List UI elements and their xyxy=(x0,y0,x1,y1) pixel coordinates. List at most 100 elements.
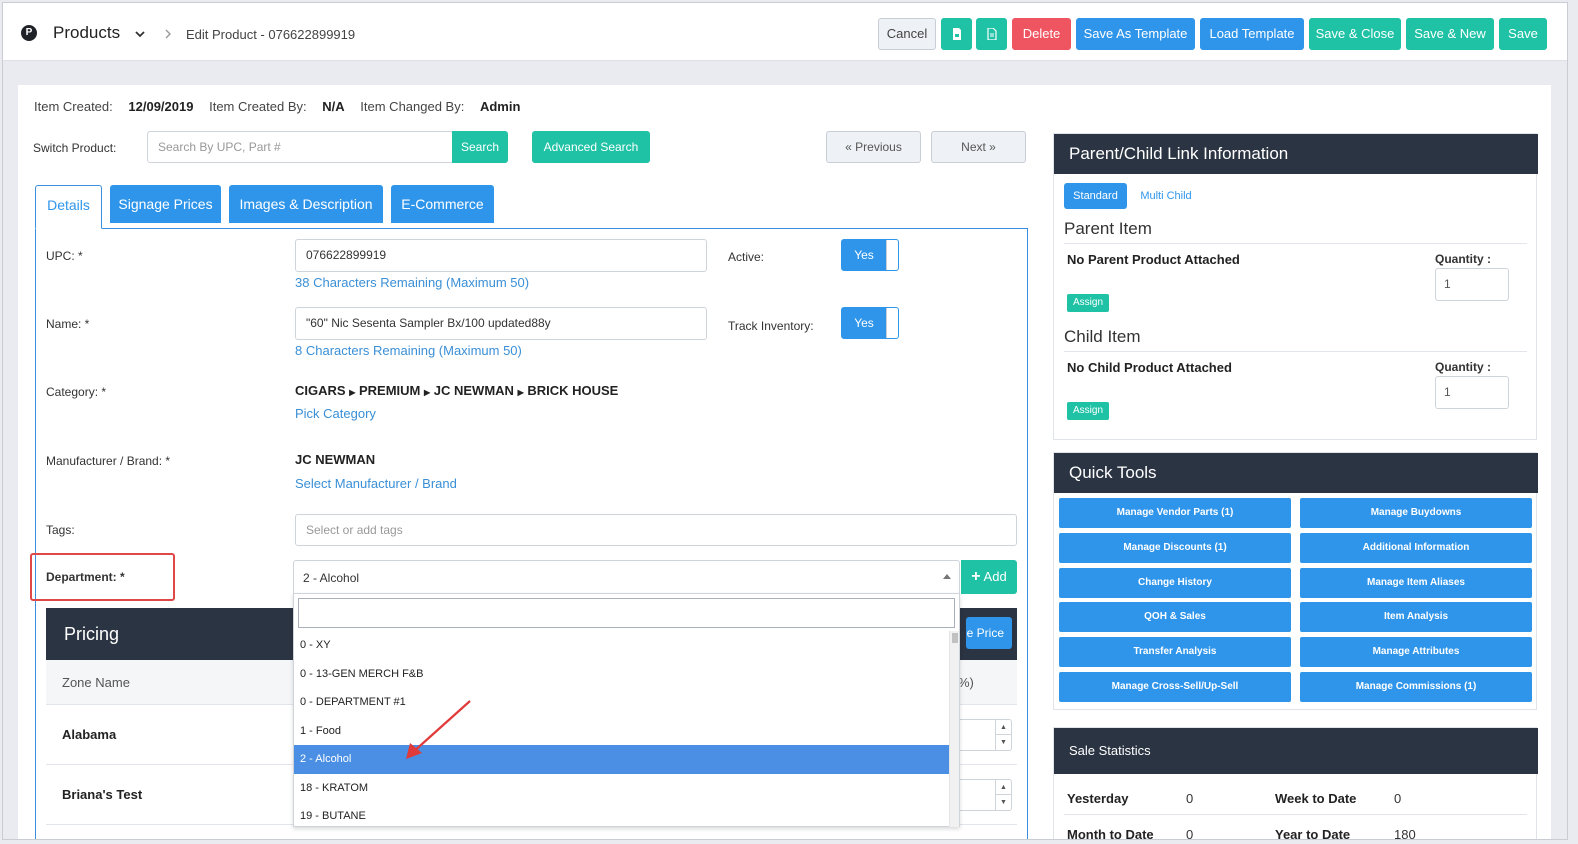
sale-statistics-panel: Sale Statistics Yesterday 0 Week to Date… xyxy=(1053,727,1538,839)
zone-name-header: Zone Name xyxy=(62,675,130,690)
tab-details[interactable]: Details xyxy=(35,185,102,229)
dropdown-options: 0 - XY 0 - 13-GEN MERCH F&B 0 - DEPARTME… xyxy=(294,631,949,827)
zone-name: Alabama xyxy=(62,727,117,742)
category-label: Category: * xyxy=(46,385,107,399)
caret-right-icon: ▶ xyxy=(517,388,524,397)
select-brand-link[interactable]: Select Manufacturer / Brand xyxy=(295,476,457,491)
dropdown-search-input[interactable] xyxy=(298,598,955,628)
dropdown-scrollbar[interactable] xyxy=(949,631,959,827)
document-button[interactable] xyxy=(976,18,1007,50)
tab-signage-prices[interactable]: Signage Prices xyxy=(110,185,221,223)
stepper-down-icon[interactable]: ▼ xyxy=(995,735,1011,750)
upc-label: UPC: * xyxy=(46,249,83,263)
caret-up-icon xyxy=(943,574,951,579)
pricing-title: Pricing xyxy=(64,624,120,644)
app-title[interactable]: Products xyxy=(53,23,120,43)
tags-label: Tags: xyxy=(46,523,75,537)
delete-button[interactable]: Delete xyxy=(1012,18,1071,50)
dropdown-option[interactable]: 0 - XY xyxy=(294,631,949,660)
manage-buydowns-button[interactable]: Manage Buydowns xyxy=(1300,498,1532,528)
category-level-3: JC NEWMAN xyxy=(433,383,514,398)
mode-multi-child-button[interactable]: Multi Child xyxy=(1132,183,1200,209)
dropdown-option[interactable]: 1 - Food xyxy=(294,717,949,746)
zone-name: Briana's Test xyxy=(62,787,143,802)
transfer-analysis-button[interactable]: Transfer Analysis xyxy=(1059,637,1291,667)
child-qty-label: Quantity : xyxy=(1435,360,1491,374)
department-select[interactable]: 2 - Alcohol xyxy=(293,560,960,594)
add-label: Add xyxy=(983,569,1007,584)
category-level-1: CIGARS xyxy=(295,383,346,398)
upc-input[interactable]: 076622899919 xyxy=(295,239,707,272)
dropdown-option[interactable]: 18 - KRATOM xyxy=(294,774,949,803)
item-analysis-button[interactable]: Item Analysis xyxy=(1300,602,1532,632)
active-toggle[interactable]: Yes xyxy=(841,239,899,271)
assign-parent-button[interactable]: Assign xyxy=(1067,294,1109,312)
top-bar: P Products Edit Product - 076622899919 C… xyxy=(3,3,1567,61)
changed-by-label: Item Changed By: xyxy=(360,99,465,114)
qoh-sales-button[interactable]: QOH & Sales xyxy=(1059,602,1291,632)
toggle-knob xyxy=(886,240,898,270)
parent-qty-input[interactable]: 1 xyxy=(1435,268,1509,301)
cancel-button[interactable]: Cancel xyxy=(878,18,936,50)
change-history-button[interactable]: Change History xyxy=(1059,568,1291,598)
sale-statistics-title: Sale Statistics xyxy=(1054,728,1538,774)
zone-stepper[interactable]: ▲ ▼ xyxy=(954,719,1012,751)
save-button[interactable]: Save xyxy=(1499,18,1547,50)
dropdown-option[interactable]: 0 - DEPARTMENT #1 xyxy=(294,688,949,717)
manage-commissions-button[interactable]: Manage Commissions (1) xyxy=(1300,672,1532,702)
tags-input[interactable]: Select or add tags xyxy=(295,514,1017,546)
mode-standard-button[interactable]: Standard xyxy=(1064,183,1127,209)
manage-item-aliases-button[interactable]: Manage Item Aliases xyxy=(1300,568,1532,598)
manage-discounts-button[interactable]: Manage Discounts (1) xyxy=(1059,533,1291,563)
stepper-up-icon[interactable]: ▲ xyxy=(995,720,1011,735)
pick-category-link[interactable]: Pick Category xyxy=(295,406,376,421)
assign-child-button[interactable]: Assign xyxy=(1067,402,1109,420)
active-label: Active: xyxy=(728,250,765,264)
dropdown-option-selected[interactable]: 2 - Alcohol xyxy=(294,745,949,774)
dropdown-option[interactable]: 0 - 13-GEN MERCH F&B xyxy=(294,660,949,689)
manage-cross-sell-button[interactable]: Manage Cross-Sell/Up-Sell xyxy=(1059,672,1291,702)
tab-ecommerce[interactable]: E-Commerce xyxy=(391,185,494,223)
stepper-up-icon[interactable]: ▲ xyxy=(995,780,1011,795)
track-inventory-toggle[interactable]: Yes xyxy=(841,307,899,339)
manage-attributes-button[interactable]: Manage Attributes xyxy=(1300,637,1532,667)
name-input[interactable]: "60" Nic Sesenta Sampler Bx/100 updated8… xyxy=(295,307,707,340)
track-inventory-value: Yes xyxy=(854,316,874,330)
name-label: Name: * xyxy=(46,317,90,331)
search-button[interactable]: Search xyxy=(452,131,508,163)
divider xyxy=(1064,814,1527,815)
price-button[interactable]: e Price xyxy=(966,617,1012,649)
save-file-button[interactable] xyxy=(941,18,972,50)
created-label: Item Created: xyxy=(34,99,113,114)
child-qty-input[interactable]: 1 xyxy=(1435,376,1509,409)
file-save-icon xyxy=(952,28,961,40)
week-to-date-value: 0 xyxy=(1394,791,1402,806)
switch-product-input[interactable]: Search By UPC, Part # xyxy=(147,131,453,163)
load-template-button[interactable]: Load Template xyxy=(1200,18,1304,50)
stepper-down-icon[interactable]: ▼ xyxy=(995,795,1011,810)
add-department-button[interactable]: + Add xyxy=(961,560,1017,594)
advanced-search-button[interactable]: Advanced Search xyxy=(532,131,650,163)
parent-qty-label: Quantity : xyxy=(1435,252,1491,266)
category-level-2: PREMIUM xyxy=(358,383,421,398)
department-highlight xyxy=(30,553,175,601)
save-as-template-button[interactable]: Save As Template xyxy=(1076,18,1195,50)
department-dropdown: 0 - XY 0 - 13-GEN MERCH F&B 0 - DEPARTME… xyxy=(293,593,960,827)
manage-vendor-parts-button[interactable]: Manage Vendor Parts (1) xyxy=(1059,498,1291,528)
chevron-down-icon[interactable] xyxy=(133,27,147,41)
yesterday-label: Yesterday xyxy=(1067,791,1129,806)
zone-stepper[interactable]: ▲ ▼ xyxy=(954,779,1012,811)
scrollbar-thumb[interactable] xyxy=(952,633,958,643)
dropdown-option[interactable]: 19 - BUTANE xyxy=(294,802,949,827)
next-button[interactable]: Next » xyxy=(931,131,1026,163)
tab-images-description[interactable]: Images & Description xyxy=(229,185,383,223)
previous-button[interactable]: « Previous xyxy=(826,131,921,163)
save-close-button[interactable]: Save & Close xyxy=(1309,18,1401,50)
yesterday-value: 0 xyxy=(1186,791,1194,806)
additional-information-button[interactable]: Additional Information xyxy=(1300,533,1532,563)
caret-right-icon: ▶ xyxy=(423,388,431,397)
department-selected-value: 2 - Alcohol xyxy=(303,571,360,585)
save-new-button[interactable]: Save & New xyxy=(1406,18,1494,50)
category-path: CIGARS ▶ PREMIUM ▶ JC NEWMAN ▶ BRICK HOU… xyxy=(295,383,618,398)
app-logo: P xyxy=(21,25,37,41)
